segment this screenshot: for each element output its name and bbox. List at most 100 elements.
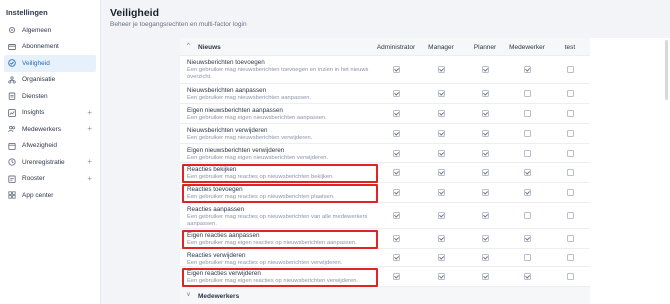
permission-checkbox-medewerker[interactable]: [523, 149, 531, 157]
permission-checkbox-manager[interactable]: [437, 212, 445, 219]
permission-checkbox-test[interactable]: [566, 169, 574, 176]
permission-description: Een gebruiker mag eigen reacties op nieu…: [187, 239, 357, 246]
permission-checkbox-administrator[interactable]: [392, 169, 400, 176]
permission-checkbox-administrator[interactable]: [392, 235, 400, 242]
permission-checkbox-manager[interactable]: [437, 66, 445, 73]
permission-checkbox-medewerker[interactable]: [523, 110, 531, 117]
permission-checkbox-planner[interactable]: [481, 130, 489, 137]
permission-checkbox-administrator[interactable]: [392, 149, 400, 157]
permission-checkbox-manager[interactable]: [437, 189, 445, 196]
permission-title: Nieuwsberichten toevoegen: [187, 59, 265, 66]
permission-checkbox-manager[interactable]: [437, 235, 445, 242]
permission-checkbox-manager[interactable]: [437, 169, 445, 176]
permission-checkbox-manager[interactable]: [437, 273, 445, 280]
sidebar-item-insights[interactable]: Insights +: [0, 105, 100, 122]
permission-checkbox-administrator[interactable]: [392, 66, 400, 73]
permission-checkbox-medewerker[interactable]: [523, 235, 531, 242]
permission-checkbox-planner[interactable]: [481, 189, 489, 196]
checkbox-cell: [468, 144, 502, 162]
permission-checkbox-planner[interactable]: [481, 169, 489, 176]
permission-checkbox-manager[interactable]: [437, 110, 445, 117]
expand-plus-icon[interactable]: +: [87, 174, 92, 183]
checkbox-cell: [379, 144, 413, 162]
checkbox-cell: [468, 183, 502, 202]
permission-checkbox-administrator[interactable]: [392, 254, 400, 261]
permission-checkbox-test[interactable]: [566, 130, 574, 137]
sidebar-item-label: Medewerkers: [22, 125, 62, 133]
permission-checkbox-medewerker[interactable]: [523, 273, 531, 280]
permission-checkbox-medewerker[interactable]: [523, 189, 531, 196]
permission-checkbox-test[interactable]: [566, 254, 574, 261]
permission-row: Eigen reacties verwijderen Een gebruiker …: [180, 267, 590, 287]
permission-title: Reacties toevoegen: [187, 186, 243, 193]
sidebar-item-abonnement[interactable]: Abonnement: [0, 39, 100, 56]
permission-checkbox-test[interactable]: [566, 90, 574, 97]
permission-checkbox-planner[interactable]: [481, 235, 489, 242]
column-header-test: test: [564, 43, 576, 51]
permission-checkbox-test[interactable]: [566, 189, 574, 196]
expand-plus-icon[interactable]: +: [87, 158, 92, 166]
permission-checkbox-planner[interactable]: [481, 110, 489, 117]
sidebar-item-label: Urenregistratie: [22, 158, 65, 166]
permission-checkbox-administrator[interactable]: [392, 212, 400, 219]
sidebar-item-diensten[interactable]: Diensten: [0, 88, 100, 105]
group-header-medewerkers[interactable]: v Medewerkers: [180, 287, 590, 304]
sidebar-item-veiligheid[interactable]: Veiligheid: [4, 55, 96, 72]
sidebar-item-urenregistratie[interactable]: Urenregistratie +: [0, 154, 100, 171]
permission-checkbox-test[interactable]: [566, 149, 574, 157]
permission-checkbox-planner[interactable]: [481, 254, 489, 261]
sidebar-item-label: Abonnement: [22, 43, 59, 51]
permission-checkbox-test[interactable]: [566, 235, 574, 242]
permission-checkbox-planner[interactable]: [481, 273, 489, 280]
chevron-up-icon[interactable]: ^: [187, 43, 190, 49]
permission-row: Eigen nieuwsberichten verwijderen Een geb…: [180, 144, 590, 163]
sidebar-item-algemeen[interactable]: Algemeen: [0, 22, 100, 39]
checkbox-cell: [553, 56, 587, 83]
gear-icon: [8, 26, 16, 34]
permission-checkbox-test[interactable]: [566, 212, 574, 219]
permission-checkbox-administrator[interactable]: [392, 273, 400, 280]
permission-checkbox-manager[interactable]: [437, 149, 445, 157]
scrollbar[interactable]: [665, 40, 668, 100]
permission-checkbox-manager[interactable]: [437, 90, 445, 97]
sidebar-item-afwezigheid[interactable]: Afwezigheid: [0, 138, 100, 155]
permission-row: Reacties bekijken Een gebruiker mag react…: [180, 163, 590, 183]
group-label: Nieuws: [198, 44, 221, 51]
checkbox-cell: [468, 104, 502, 123]
sidebar-item-organisatie[interactable]: Organisatie: [0, 72, 100, 89]
permission-checkbox-medewerker[interactable]: [523, 212, 531, 219]
expand-plus-icon[interactable]: +: [87, 108, 92, 117]
checkbox-cell: [510, 163, 544, 182]
sidebar-item-app-center[interactable]: App center: [0, 187, 100, 204]
permission-checkbox-medewerker[interactable]: [523, 90, 531, 97]
permission-checkbox-planner[interactable]: [481, 90, 489, 97]
permission-checkbox-medewerker[interactable]: [523, 130, 531, 137]
permission-checkbox-medewerker[interactable]: [523, 66, 531, 73]
permission-checkbox-administrator[interactable]: [392, 189, 400, 196]
permission-checkbox-administrator[interactable]: [392, 110, 400, 117]
permission-checkbox-planner[interactable]: [481, 212, 489, 219]
checkbox-cell: [379, 249, 413, 266]
sidebar-item-medewerkers[interactable]: Medewerkers +: [0, 121, 100, 138]
permission-checkbox-planner[interactable]: [481, 66, 489, 73]
permission-description: Een gebruiker mag eigen nieuwsberichten …: [187, 154, 329, 161]
sidebar-item-rooster[interactable]: Rooster +: [0, 171, 100, 188]
sidebar-item-label: App center: [22, 191, 54, 199]
shield-check-icon: [8, 59, 16, 67]
page-header: Veiligheid Beheer je toegangsrechten en …: [101, 0, 670, 38]
permission-checkbox-medewerker[interactable]: [523, 169, 531, 176]
permission-checkbox-test[interactable]: [566, 273, 574, 280]
permission-checkbox-administrator[interactable]: [392, 90, 400, 97]
permission-title: Eigen reacties aanpassen: [187, 232, 260, 239]
permission-checkbox-medewerker[interactable]: [523, 254, 531, 261]
permission-checkbox-test[interactable]: [566, 110, 574, 117]
permission-checkbox-manager[interactable]: [437, 130, 445, 137]
group-label: Medewerkers: [198, 293, 240, 300]
permission-checkbox-manager[interactable]: [437, 254, 445, 261]
permission-checkbox-planner[interactable]: [481, 149, 489, 157]
settings-sidebar: Instellingen Algemeen Abonnement Veilighei…: [0, 0, 101, 304]
permission-checkbox-test[interactable]: [566, 66, 574, 73]
permission-checkbox-administrator[interactable]: [392, 130, 400, 137]
chevron-down-icon[interactable]: v: [187, 292, 190, 298]
expand-plus-icon[interactable]: +: [87, 125, 92, 133]
